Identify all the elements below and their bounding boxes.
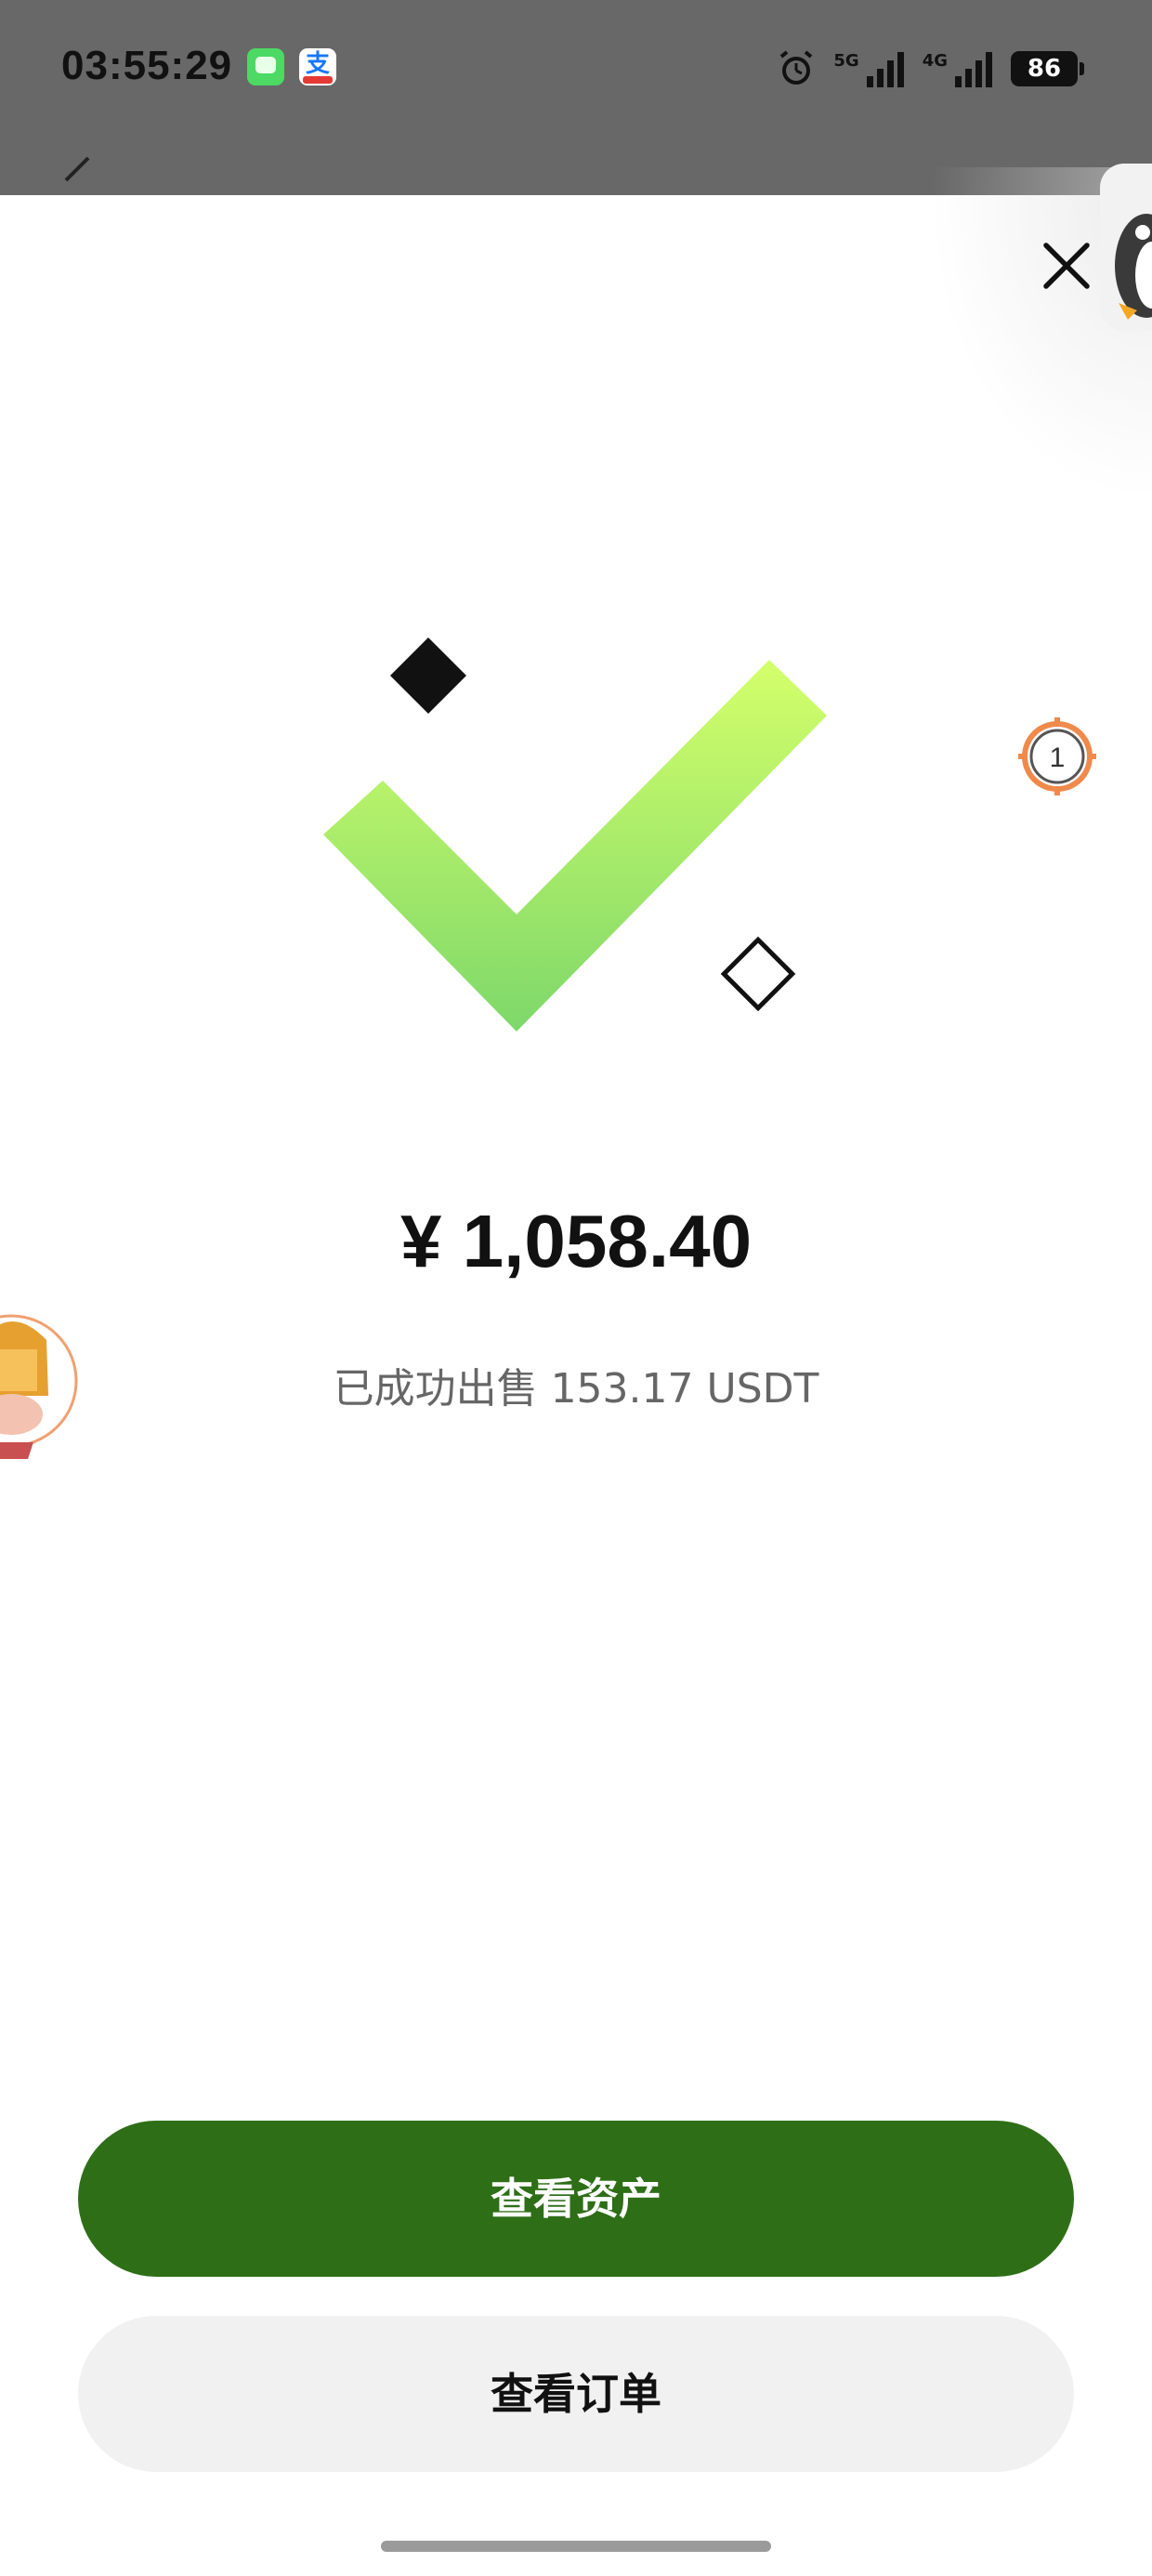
success-check-icon	[323, 637, 827, 1032]
signal-4g-label: 4G	[922, 50, 948, 71]
alarm-icon	[780, 50, 813, 85]
alipay-app-icon: 支	[299, 48, 336, 85]
status-indicators: 5G 4G 86	[776, 43, 1084, 95]
diamond-outline-icon	[720, 936, 796, 1012]
signal-4g-icon	[955, 52, 992, 87]
close-icon[interactable]	[1039, 238, 1094, 294]
status-bar: 03:55:29 支 5G 4G 86	[0, 0, 1152, 195]
penguin-icon	[1115, 214, 1152, 320]
floating-counter-badge[interactable]: 1	[1018, 717, 1096, 795]
back-arrow-icon	[64, 156, 90, 182]
home-indicator[interactable]	[381, 2541, 771, 2552]
diamond-solid-icon	[389, 637, 467, 715]
view-orders-button[interactable]: 查看订单	[78, 2316, 1074, 2472]
signal-5g-label: 5G	[833, 50, 859, 71]
sold-description: 已成功出售 153.17 USDT	[333, 1365, 819, 1413]
target-badge-icon: 1	[1018, 717, 1096, 795]
messages-app-icon	[247, 48, 284, 85]
sale-success-screen: 03:55:29 支 5G 4G 86 1 ¥ 1,058.40 已成功出售 1…	[0, 0, 1152, 2576]
view-assets-button[interactable]: 查看资产	[78, 2121, 1074, 2277]
battery-icon: 86	[1011, 51, 1084, 86]
sale-amount: ¥ 1,058.40	[399, 1200, 753, 1282]
status-time: 03:55:29	[61, 43, 233, 88]
floating-penguin-avatar[interactable]	[1100, 164, 1152, 331]
svg-text:1: 1	[1050, 743, 1066, 773]
signal-5g-icon	[866, 52, 904, 87]
